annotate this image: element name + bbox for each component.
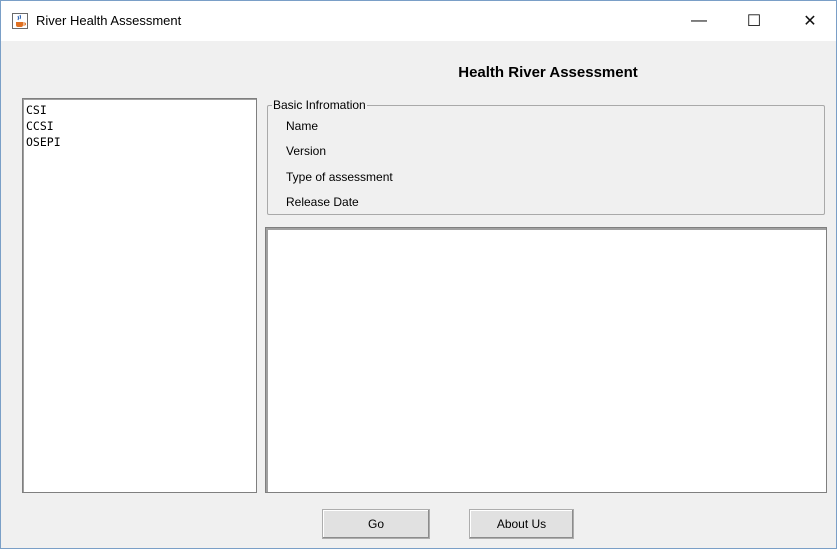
go-button[interactable]: Go xyxy=(322,509,430,539)
version-label: Version xyxy=(286,144,327,158)
name-label: Name xyxy=(286,119,319,133)
release-date-label: Release Date xyxy=(286,195,359,209)
maximize-button[interactable]: ☐ xyxy=(731,1,777,41)
list-item-ccsi[interactable]: CCSI xyxy=(26,118,54,134)
close-icon: ✕ xyxy=(803,13,817,30)
list-item-csi[interactable]: CSI xyxy=(26,102,47,118)
minimize-button[interactable]: — xyxy=(676,1,722,41)
page-title: Health River Assessment xyxy=(458,64,638,81)
app-window: River Health Assessment — ☐ ✕ Health Riv… xyxy=(0,0,837,549)
type-of-assessment-label: Type of assessment xyxy=(286,170,393,184)
maximize-icon: ☐ xyxy=(746,13,762,30)
window-title: River Health Assessment xyxy=(36,13,182,28)
minimize-icon: — xyxy=(691,12,707,29)
index-list[interactable]: CSI CCSI OSEPI xyxy=(22,98,257,493)
list-item-osepi[interactable]: OSEPI xyxy=(26,134,61,150)
about-us-button[interactable]: About Us xyxy=(469,509,574,539)
close-button[interactable]: ✕ xyxy=(787,1,833,41)
basic-info-title: Basic Infromation xyxy=(272,98,367,112)
description-text-area[interactable] xyxy=(265,227,827,493)
title-bar[interactable]: River Health Assessment — ☐ ✕ xyxy=(1,1,836,41)
java-cup-icon xyxy=(12,13,28,29)
